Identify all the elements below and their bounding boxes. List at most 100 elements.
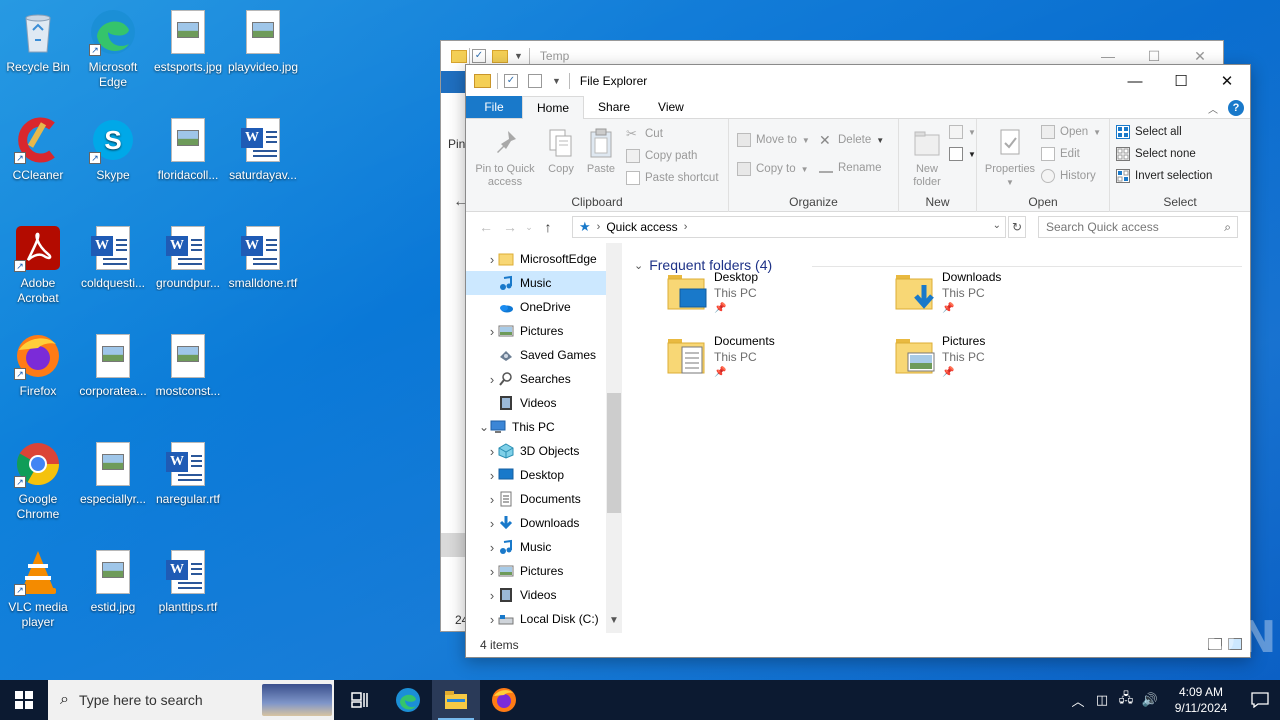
easy-access-button[interactable]: ▼ — [949, 147, 976, 161]
nav-item[interactable]: › Downloads — [466, 511, 606, 535]
copy-path-button[interactable]: Copy path — [626, 149, 697, 163]
desktop-icon[interactable]: ↗ CCleaner — [0, 108, 76, 208]
desktop-icon[interactable]: Wsmalldone.rtf — [225, 216, 301, 316]
frequent-folder-tile[interactable]: Downloads This PC 📌 — [894, 269, 1094, 325]
network-icon[interactable]: 🖧 — [1114, 689, 1138, 711]
edit-button[interactable]: Edit — [1041, 147, 1080, 161]
taskbar-file-explorer[interactable] — [432, 680, 480, 720]
select-none-button[interactable]: Select none — [1116, 147, 1196, 161]
invert-selection-button[interactable]: Invert selection — [1116, 169, 1212, 183]
paste-button[interactable]: Paste — [584, 127, 618, 176]
chevron-right-icon[interactable]: › — [486, 324, 498, 339]
volume-icon[interactable]: 🔊 — [1138, 692, 1162, 708]
desktop-icon[interactable]: Wsaturdayav... — [225, 108, 301, 208]
chevron-right-icon[interactable]: › — [486, 372, 498, 387]
maximize-button[interactable]: ☐ — [1158, 65, 1204, 97]
paste-shortcut-button[interactable]: Paste shortcut — [626, 171, 719, 185]
back-button[interactable]: ← — [474, 219, 498, 235]
nav-item[interactable]: › 3D Objects — [466, 439, 606, 463]
delete-button[interactable]: ✕ Delete ▼ — [819, 133, 884, 147]
scroll-down-icon[interactable]: ▼ — [606, 615, 622, 626]
chevron-right-icon[interactable]: › — [486, 516, 498, 531]
desktop-icon[interactable]: Wplanttips.rtf — [150, 540, 226, 640]
properties-icon[interactable]: ✓ — [504, 74, 518, 88]
nav-item[interactable]: OneDrive — [466, 295, 606, 319]
desktop-icon[interactable]: corporatea... — [75, 324, 151, 424]
desktop-icon[interactable]: ↗ Adobe Acrobat — [0, 216, 76, 316]
desktop-icon[interactable]: estsports.jpg — [150, 0, 226, 100]
chevron-right-icon[interactable]: › — [486, 492, 498, 507]
chevron-right-icon[interactable]: › — [486, 612, 498, 627]
desktop-icon[interactable]: ↗ Microsoft Edge — [75, 0, 151, 100]
frequent-folder-tile[interactable]: Desktop This PC 📌 — [666, 269, 866, 325]
chevron-down-icon[interactable]: ▼ — [552, 76, 561, 86]
desktop-icon[interactable]: playvideo.jpg — [225, 0, 301, 100]
chevron-right-icon[interactable]: › — [486, 444, 498, 459]
file-explorer-window[interactable]: ✓ ▼ File Explorer — ☐ ✕ File Home Share … — [465, 64, 1251, 658]
nav-item[interactable]: Saved Games — [466, 343, 606, 367]
minimize-button[interactable]: — — [1112, 65, 1158, 97]
nav-scrollbar[interactable]: ▼ — [606, 243, 622, 633]
file-tab-partial[interactable] — [441, 71, 467, 93]
new-item-button[interactable]: ▼ — [949, 125, 976, 139]
new-folder-button[interactable]: New folder — [907, 127, 947, 189]
tab-share[interactable]: Share — [584, 96, 644, 118]
nav-item[interactable]: › Videos — [466, 583, 606, 607]
scrollbar-thumb[interactable] — [607, 393, 621, 513]
frequent-folder-tile[interactable]: Documents This PC 📌 — [666, 333, 866, 389]
chevron-down-icon[interactable]: ▼ — [514, 51, 523, 61]
chevron-right-icon[interactable]: › — [486, 540, 498, 555]
properties-icon[interactable]: ✓ — [472, 49, 486, 63]
chevron-right-icon[interactable]: › — [684, 221, 688, 233]
address-location[interactable]: Quick access — [606, 220, 677, 234]
task-view-button[interactable] — [336, 680, 384, 720]
start-button[interactable] — [0, 680, 48, 720]
desktop-icon[interactable]: Recycle Bin — [0, 0, 76, 100]
copy-button[interactable]: Copy — [544, 127, 578, 176]
nav-item[interactable]: › Pictures — [466, 559, 606, 583]
nav-item[interactable]: › Searches — [466, 367, 606, 391]
search-input[interactable]: Search Quick access ⌕ — [1038, 216, 1238, 238]
nav-item[interactable]: Videos — [466, 391, 606, 415]
close-button[interactable]: ✕ — [1204, 65, 1250, 97]
move-to-button[interactable]: Move to ▼ — [737, 133, 810, 147]
nav-item[interactable]: ⌄ This PC — [466, 415, 606, 439]
desktop-icon[interactable]: ↗ Firefox — [0, 324, 76, 424]
notification-button[interactable] — [1240, 680, 1280, 720]
forward-button[interactable]: → — [498, 219, 522, 235]
new-folder-icon[interactable] — [492, 49, 508, 63]
taskbar-firefox[interactable] — [480, 680, 528, 720]
desktop-icon[interactable]: Wcoldquesti... — [75, 216, 151, 316]
clock[interactable]: 4:09 AM 9/11/2024 — [1162, 684, 1240, 716]
nav-item[interactable]: › Documents — [466, 487, 606, 511]
desktop-icon[interactable]: S ↗ Skype — [75, 108, 151, 208]
up-button[interactable]: ↑ — [536, 219, 560, 235]
chevron-down-icon[interactable]: ⌄ — [478, 420, 490, 434]
nav-item[interactable]: › Desktop — [466, 463, 606, 487]
titlebar[interactable]: ✓ ▼ File Explorer — ☐ ✕ — [466, 65, 1250, 97]
desktop-icon[interactable]: floridacoll... — [150, 108, 226, 208]
refresh-button[interactable]: ↻ — [1008, 216, 1026, 238]
nav-item[interactable]: Music — [466, 271, 606, 295]
chevron-right-icon[interactable]: › — [486, 252, 498, 267]
taskbar-search[interactable]: ⌕ Type here to search — [48, 680, 334, 720]
taskbar-edge[interactable] — [384, 680, 432, 720]
history-button[interactable]: History — [1041, 169, 1096, 183]
tab-file[interactable]: File — [466, 96, 522, 118]
nav-item[interactable]: › MicrosoftEdge — [466, 247, 606, 271]
recent-locations-button[interactable]: ⌄ — [522, 222, 536, 233]
desktop-icon[interactable]: Wgroundpur... — [150, 216, 226, 316]
desktop-icon[interactable]: especiallyr... — [75, 432, 151, 532]
address-bar[interactable]: ★ › Quick access › ⌄ — [572, 216, 1006, 238]
copy-to-button[interactable]: Copy to ▼ — [737, 162, 809, 176]
nav-item[interactable]: › Local Disk (C:) — [466, 607, 606, 631]
chevron-down-icon[interactable]: ⌄ — [634, 259, 643, 272]
desktop-icon[interactable]: ↗ VLC media player — [0, 540, 76, 640]
desktop-icon[interactable]: ↗ Google Chrome — [0, 432, 76, 532]
cut-button[interactable]: ✂ Cut — [626, 127, 663, 141]
tab-view[interactable]: View — [644, 96, 698, 118]
address-dropdown-icon[interactable]: ⌄ — [993, 220, 1001, 231]
meet-now-icon[interactable]: ◫ — [1090, 692, 1114, 708]
properties-button[interactable]: Properties ▼ — [983, 127, 1037, 189]
nav-item[interactable]: › Pictures — [466, 319, 606, 343]
